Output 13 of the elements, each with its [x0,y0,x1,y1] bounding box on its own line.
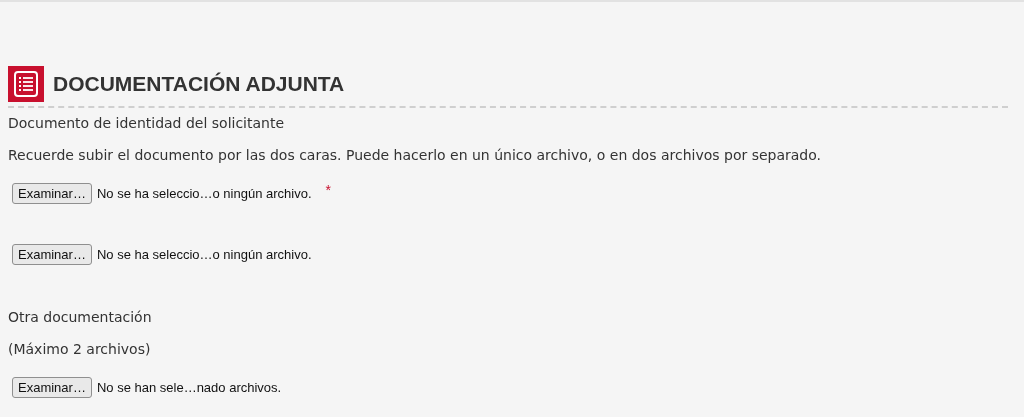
field-label: Otra documentación [8,308,153,327]
browse-button[interactable]: Examinar… [12,183,92,204]
file-status: No se ha seleccio…o ningún archivo. [96,246,312,264]
list-icon [8,66,44,102]
field-label: Documento de identidad del solicitante [8,114,286,133]
help-text: (Máximo 2 archivos) [8,340,152,359]
required-marker: * [325,183,331,197]
file-status: No se han sele…nado archivos. [96,379,282,397]
browse-button[interactable]: Examinar… [12,244,92,265]
help-text: Recuerde subir el documento por las dos caras. Puede hacerlo en un único archivo, o en dos archivos por separado. [8,146,822,165]
browse-button[interactable]: Examinar… [12,377,92,398]
section-title: DOCUMENTACIÓN ADJUNTA [53,72,345,96]
file-status: No se ha seleccio…o ningún archivo. [96,185,312,203]
